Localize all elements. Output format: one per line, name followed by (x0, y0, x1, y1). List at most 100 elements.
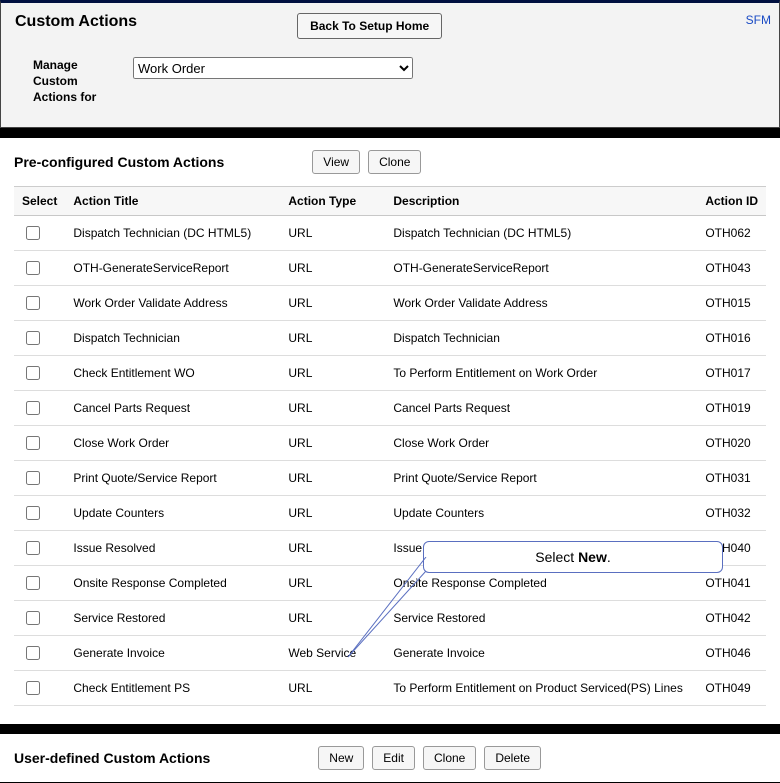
row-checkbox[interactable] (26, 436, 40, 450)
cell-type: URL (280, 286, 385, 321)
cell-id: OTH015 (697, 286, 766, 321)
cell-type: URL (280, 496, 385, 531)
cell-type: URL (280, 321, 385, 356)
divider (0, 128, 780, 138)
cell-title: Dispatch Technician (DC HTML5) (65, 216, 280, 251)
cell-desc: Print Quote/Service Report (385, 461, 697, 496)
cell-id: OTH042 (697, 601, 766, 636)
cell-desc: To Perform Entitlement on Work Order (385, 356, 697, 391)
view-button[interactable]: View (312, 150, 360, 174)
edit-button[interactable]: Edit (372, 746, 415, 770)
row-checkbox[interactable] (26, 401, 40, 415)
col-action-type: Action Type (280, 187, 385, 216)
cell-type: URL (280, 251, 385, 286)
col-action-id: Action ID (697, 187, 766, 216)
cell-id: OTH062 (697, 216, 766, 251)
row-checkbox[interactable] (26, 296, 40, 310)
manage-label: Manage Custom Actions for (33, 57, 133, 105)
cell-id: OTH049 (697, 671, 766, 706)
cell-desc: Cancel Parts Request (385, 391, 697, 426)
cell-id: OTH041 (697, 566, 766, 601)
row-checkbox[interactable] (26, 331, 40, 345)
cell-title: Print Quote/Service Report (65, 461, 280, 496)
cell-id: OTH040 (697, 531, 766, 566)
page-title: Custom Actions (15, 13, 137, 31)
cell-type: URL (280, 391, 385, 426)
cell-desc: Dispatch Technician (DC HTML5) (385, 216, 697, 251)
cell-desc: Generate Invoice (385, 636, 697, 671)
row-checkbox[interactable] (26, 506, 40, 520)
cell-id: OTH043 (697, 251, 766, 286)
cell-type: URL (280, 566, 385, 601)
table-row: Update CountersURLUpdate CountersOTH032 (14, 496, 766, 531)
row-checkbox[interactable] (26, 611, 40, 625)
cell-title: OTH-GenerateServiceReport (65, 251, 280, 286)
cell-type: URL (280, 426, 385, 461)
table-row: Issue ResolvedURLIssue ResolvedOTH040 (14, 531, 766, 566)
delete-button[interactable]: Delete (484, 746, 541, 770)
cell-type: URL (280, 601, 385, 636)
cell-desc: Close Work Order (385, 426, 697, 461)
preconfigured-table: Select Action Title Action Type Descript… (14, 186, 766, 706)
clone-button[interactable]: Clone (368, 150, 421, 174)
row-checkbox[interactable] (26, 576, 40, 590)
cell-id: OTH020 (697, 426, 766, 461)
cell-id: OTH016 (697, 321, 766, 356)
clone-button-userdef[interactable]: Clone (423, 746, 476, 770)
cell-id: OTH046 (697, 636, 766, 671)
table-row: Cancel Parts RequestURLCancel Parts Requ… (14, 391, 766, 426)
table-row: Generate InvoiceWeb ServiceGenerate Invo… (14, 636, 766, 671)
cell-title: Work Order Validate Address (65, 286, 280, 321)
table-row: Print Quote/Service ReportURLPrint Quote… (14, 461, 766, 496)
cell-type: URL (280, 461, 385, 496)
sfm-link[interactable]: SFM (746, 13, 771, 27)
cell-title: Generate Invoice (65, 636, 280, 671)
cell-title: Check Entitlement WO (65, 356, 280, 391)
cell-type: URL (280, 356, 385, 391)
cell-desc: Onsite Response Completed (385, 566, 697, 601)
cell-desc: Update Counters (385, 496, 697, 531)
cell-title: Cancel Parts Request (65, 391, 280, 426)
table-row: Check Entitlement PSURLTo Perform Entitl… (14, 671, 766, 706)
col-select: Select (14, 187, 65, 216)
table-row: OTH-GenerateServiceReportURLOTH-Generate… (14, 251, 766, 286)
table-row: Work Order Validate AddressURLWork Order… (14, 286, 766, 321)
table-row: Dispatch Technician (DC HTML5)URLDispatc… (14, 216, 766, 251)
col-action-title: Action Title (65, 187, 280, 216)
cell-id: OTH019 (697, 391, 766, 426)
row-checkbox[interactable] (26, 261, 40, 275)
table-row: Onsite Response CompletedURLOnsite Respo… (14, 566, 766, 601)
cell-title: Close Work Order (65, 426, 280, 461)
new-button[interactable]: New (318, 746, 364, 770)
cell-desc: To Perform Entitlement on Product Servic… (385, 671, 697, 706)
cell-title: Check Entitlement PS (65, 671, 280, 706)
cell-id: OTH017 (697, 356, 766, 391)
col-description: Description (385, 187, 697, 216)
divider (0, 724, 780, 734)
cell-title: Update Counters (65, 496, 280, 531)
cell-id: OTH031 (697, 461, 766, 496)
table-row: Dispatch TechnicianURLDispatch Technicia… (14, 321, 766, 356)
userdefined-title: User-defined Custom Actions (14, 750, 210, 766)
cell-title: Dispatch Technician (65, 321, 280, 356)
row-checkbox[interactable] (26, 646, 40, 660)
manage-actions-select[interactable]: Work Order (133, 57, 413, 79)
back-to-setup-button[interactable]: Back To Setup Home (297, 13, 442, 39)
row-checkbox[interactable] (26, 541, 40, 555)
cell-type: URL (280, 531, 385, 566)
table-row: Check Entitlement WOURLTo Perform Entitl… (14, 356, 766, 391)
cell-desc: OTH-GenerateServiceReport (385, 251, 697, 286)
cell-id: OTH032 (697, 496, 766, 531)
row-checkbox[interactable] (26, 471, 40, 485)
row-checkbox[interactable] (26, 681, 40, 695)
cell-title: Onsite Response Completed (65, 566, 280, 601)
row-checkbox[interactable] (26, 226, 40, 240)
cell-desc: Dispatch Technician (385, 321, 697, 356)
cell-desc: Work Order Validate Address (385, 286, 697, 321)
cell-title: Issue Resolved (65, 531, 280, 566)
preconfigured-title: Pre-configured Custom Actions (14, 154, 224, 170)
cell-type: URL (280, 216, 385, 251)
row-checkbox[interactable] (26, 366, 40, 380)
cell-desc: Service Restored (385, 601, 697, 636)
cell-title: Service Restored (65, 601, 280, 636)
